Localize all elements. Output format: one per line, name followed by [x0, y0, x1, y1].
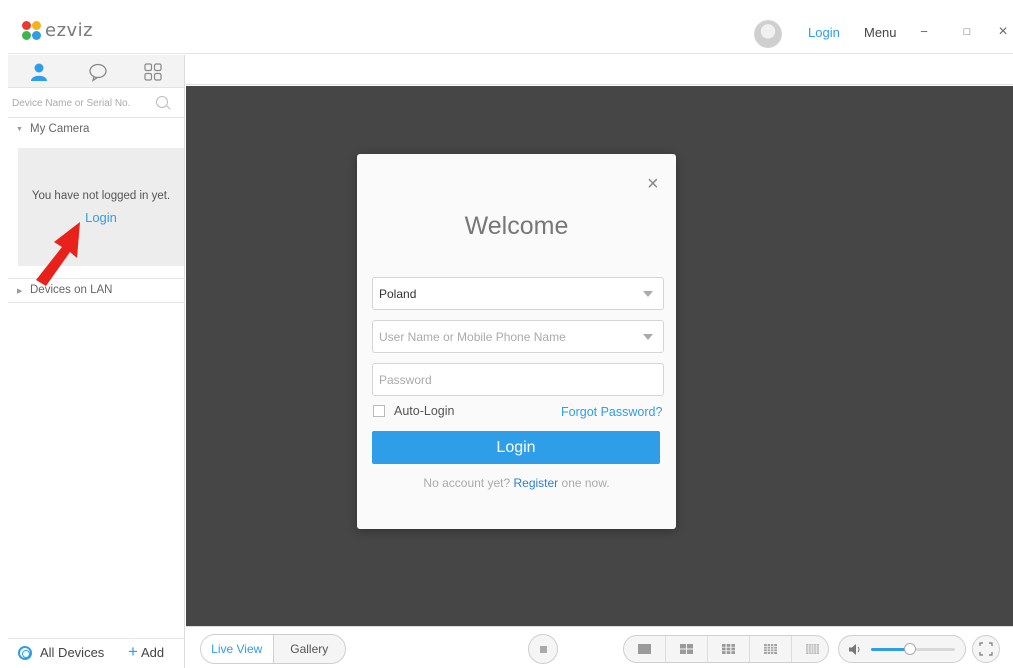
layout-9-icon[interactable]: [708, 636, 750, 662]
register-link[interactable]: Register: [513, 476, 558, 490]
user-avatar[interactable]: [754, 20, 782, 48]
register-prompt: No account yet? Register one now.: [357, 476, 676, 490]
register-suffix: one now.: [561, 476, 610, 490]
device-search: [8, 88, 184, 118]
sidebar: ▼ My Camera: [8, 55, 185, 668]
title-bar: ezviz Login Menu − □ ×: [8, 8, 1013, 54]
gallery-tab[interactable]: Gallery: [274, 635, 346, 663]
chat-bubble-icon[interactable]: [87, 61, 109, 83]
my-camera-group[interactable]: ▼ My Camera: [8, 118, 184, 143]
titlebar-login-link[interactable]: Login: [808, 25, 840, 40]
layout-selector: [623, 635, 829, 663]
volume-control: [838, 635, 966, 663]
ezviz-logo: ezviz: [22, 20, 93, 41]
auto-login-label: Auto-Login: [394, 404, 455, 418]
caret-down-icon: ▼: [16, 126, 23, 133]
add-label: Add: [140, 645, 165, 660]
red-arrow-annotation: [36, 222, 80, 286]
dropdown-arrow-icon: [643, 291, 653, 297]
volume-slider[interactable]: [871, 643, 955, 655]
checkbox-icon: [373, 405, 385, 417]
person-icon[interactable]: [28, 61, 50, 83]
view-mode-switch: Live View Gallery: [200, 634, 346, 664]
menu-button[interactable]: Menu: [864, 25, 897, 40]
not-logged-message: You have not logged in yet.: [31, 190, 171, 202]
username-placeholder: User Name or Mobile Phone Name: [379, 330, 566, 344]
password-field[interactable]: Password: [372, 363, 664, 396]
login-dialog: × Welcome Poland User Name or Mobile Pho…: [357, 154, 676, 529]
auto-login-checkbox[interactable]: Auto-Login: [373, 404, 454, 418]
plus-icon: +: [128, 642, 138, 661]
speaker-icon[interactable]: [849, 644, 861, 655]
dialog-title: Welcome: [464, 212, 569, 240]
bottom-toolbar: Live View Gallery: [186, 626, 1013, 668]
login-button[interactable]: Login: [372, 431, 660, 464]
my-camera-label: My Camera: [30, 123, 90, 135]
no-account-text: No account yet?: [423, 476, 511, 490]
device-search-input[interactable]: [12, 94, 152, 112]
volume-knob[interactable]: [903, 643, 916, 655]
fullscreen-icon: [979, 642, 993, 656]
dialog-close-button[interactable]: ×: [647, 174, 659, 194]
maximize-button[interactable]: □: [958, 23, 976, 41]
close-window-button[interactable]: ×: [994, 23, 1012, 41]
forgot-password-link[interactable]: Forgot Password?: [561, 405, 662, 419]
sidebar-footer: All Devices + Add: [8, 638, 185, 668]
logo-text: ezviz: [45, 20, 94, 41]
dropdown-arrow-icon[interactable]: [643, 334, 653, 340]
all-devices-button[interactable]: All Devices: [18, 645, 104, 660]
minimize-button[interactable]: −: [915, 23, 933, 41]
all-devices-label: All Devices: [40, 645, 105, 660]
layout-16-icon[interactable]: [750, 636, 792, 662]
username-field[interactable]: User Name or Mobile Phone Name: [372, 320, 664, 353]
grid-icon[interactable]: [142, 61, 164, 83]
main-top-strip: [186, 55, 1013, 85]
country-select[interactable]: Poland: [372, 277, 664, 310]
fullscreen-button[interactable]: [972, 635, 1000, 663]
country-value: Poland: [379, 287, 417, 301]
sidebar-tabs: [8, 55, 184, 88]
stop-all-button[interactable]: [528, 634, 558, 664]
live-view-tab[interactable]: Live View: [201, 635, 274, 663]
search-icon[interactable]: [156, 96, 168, 108]
layout-1-icon[interactable]: [624, 636, 666, 662]
layout-4-icon[interactable]: [666, 636, 708, 662]
password-placeholder: Password: [379, 373, 432, 387]
layout-25-icon[interactable]: [792, 636, 828, 662]
caret-right-icon: ▶: [17, 288, 23, 295]
gear-icon: [18, 645, 32, 660]
ezviz-logo-icon: [22, 20, 42, 41]
add-device-button[interactable]: + Add: [128, 642, 165, 661]
